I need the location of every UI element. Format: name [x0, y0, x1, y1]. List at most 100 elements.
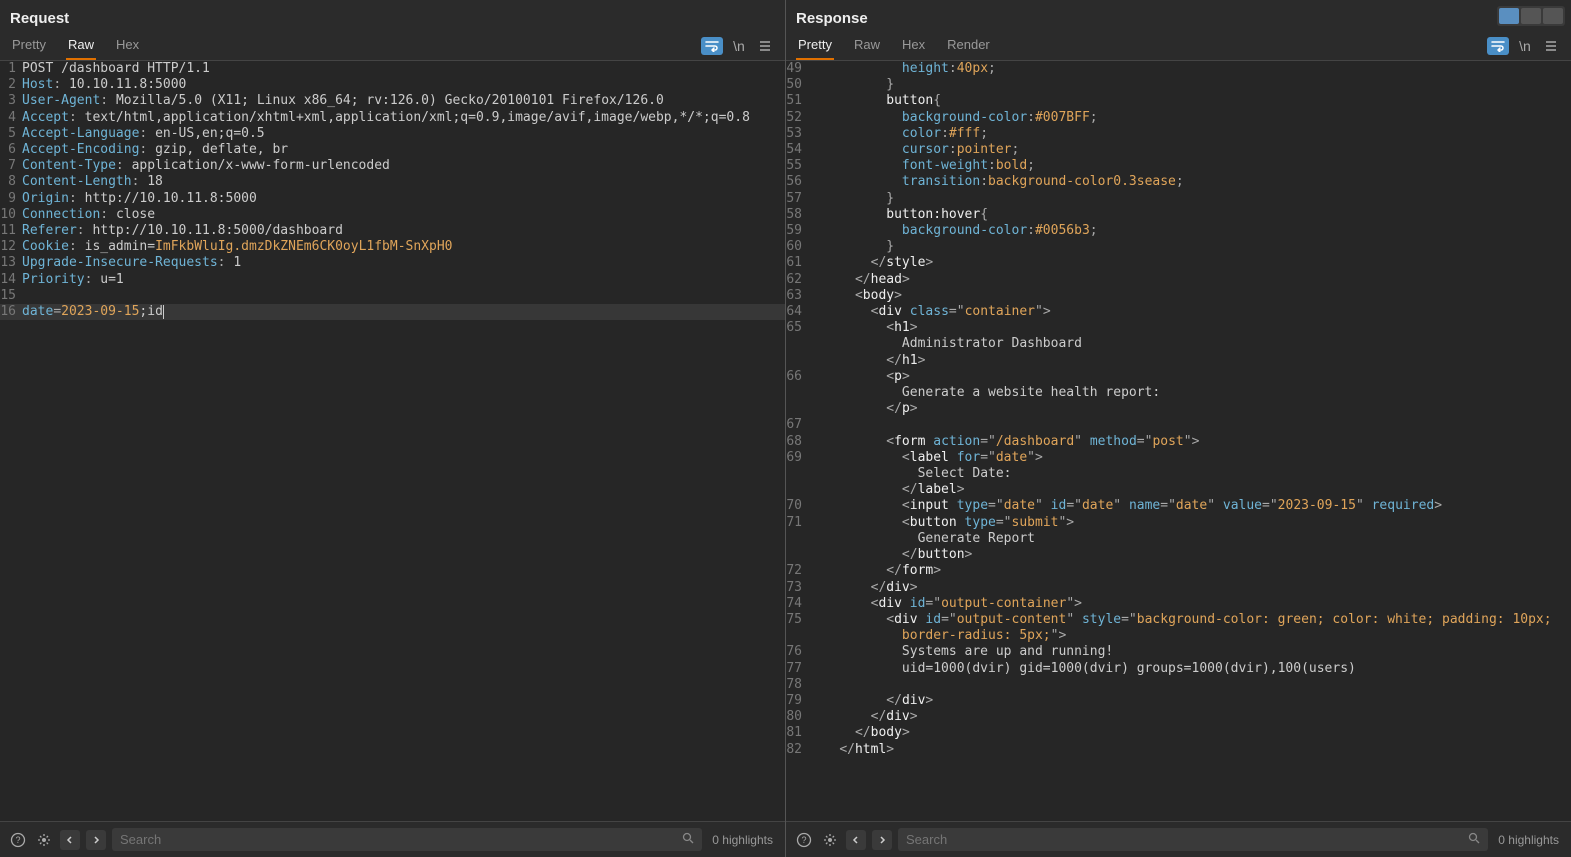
line-content[interactable]: </div> [806, 693, 933, 709]
search-icon[interactable] [1468, 832, 1480, 847]
code-line[interactable]: 61 </style> [786, 255, 1571, 271]
tab-render[interactable]: Render [945, 31, 992, 60]
prev-icon[interactable] [846, 830, 866, 850]
line-content[interactable]: <label for="date"> Select Date: </label> [806, 450, 1043, 499]
gear-icon[interactable] [820, 830, 840, 850]
code-line[interactable]: 68 <form action="/dashboard" method="pos… [786, 434, 1571, 450]
line-content[interactable]: Cookie: is_admin=ImFkbWluIg.dmzDkZNEm6CK… [20, 239, 453, 255]
code-line[interactable]: 60 } [786, 239, 1571, 255]
search-input[interactable] [120, 832, 682, 847]
line-content[interactable] [20, 288, 30, 304]
tab-raw[interactable]: Raw [66, 31, 96, 60]
code-line[interactable]: 76 Systems are up and running! [786, 644, 1571, 660]
code-line[interactable]: 9Origin: http://10.10.11.8:5000 [0, 191, 785, 207]
response-search[interactable] [898, 828, 1488, 851]
tab-pretty[interactable]: Pretty [10, 31, 48, 60]
next-icon[interactable] [86, 830, 106, 850]
line-content[interactable]: </body> [806, 725, 910, 741]
code-line[interactable]: 14Priority: u=1 [0, 272, 785, 288]
line-content[interactable]: Upgrade-Insecure-Requests: 1 [20, 255, 241, 271]
search-input[interactable] [906, 832, 1468, 847]
line-content[interactable] [806, 677, 816, 693]
tab-hex[interactable]: Hex [900, 31, 927, 60]
next-icon[interactable] [872, 830, 892, 850]
line-content[interactable]: </div> [806, 580, 918, 596]
tab-hex[interactable]: Hex [114, 31, 141, 60]
line-content[interactable]: Accept-Encoding: gzip, deflate, br [20, 142, 288, 158]
line-content[interactable]: } [806, 191, 894, 207]
code-line[interactable]: 2Host: 10.10.11.8:5000 [0, 77, 785, 93]
line-content[interactable]: cursor:pointer; [806, 142, 1019, 158]
line-content[interactable]: Host: 10.10.11.8:5000 [20, 77, 186, 93]
line-content[interactable]: </head> [806, 272, 910, 288]
line-content[interactable]: Priority: u=1 [20, 272, 124, 288]
code-line[interactable]: 16date=2023-09-15;id [0, 304, 785, 320]
code-line[interactable]: 1POST /dashboard HTTP/1.1 [0, 61, 785, 77]
layout-columns-icon[interactable] [1499, 8, 1519, 24]
code-line[interactable]: 12Cookie: is_admin=ImFkbWluIg.dmzDkZNEm6… [0, 239, 785, 255]
layout-rows-icon[interactable] [1521, 8, 1541, 24]
code-line[interactable]: 72 </form> [786, 563, 1571, 579]
newline-icon[interactable]: \n [729, 36, 749, 56]
code-line[interactable]: 4Accept: text/html,application/xhtml+xml… [0, 110, 785, 126]
line-content[interactable]: Content-Length: 18 [20, 174, 163, 190]
line-content[interactable]: </form> [806, 563, 941, 579]
search-icon[interactable] [682, 832, 694, 847]
menu-icon[interactable] [755, 36, 775, 56]
line-content[interactable]: <button type="submit"> Generate Report <… [806, 515, 1074, 564]
code-line[interactable]: 67 [786, 417, 1571, 433]
code-line[interactable]: 6Accept-Encoding: gzip, deflate, br [0, 142, 785, 158]
code-line[interactable]: 11Referer: http://10.10.11.8:5000/dashbo… [0, 223, 785, 239]
gear-icon[interactable] [34, 830, 54, 850]
prev-icon[interactable] [60, 830, 80, 850]
line-content[interactable]: background-color:#0056b3; [806, 223, 1098, 239]
line-content[interactable]: <div id="output-content" style="backgrou… [806, 612, 1559, 644]
wrap-icon[interactable] [701, 37, 723, 55]
line-content[interactable]: POST /dashboard HTTP/1.1 [20, 61, 210, 77]
code-line[interactable]: 53 color:#fff; [786, 126, 1571, 142]
code-line[interactable]: 13Upgrade-Insecure-Requests: 1 [0, 255, 785, 271]
line-content[interactable]: <h1> Administrator Dashboard </h1> [806, 320, 1082, 369]
code-line[interactable]: 80 </div> [786, 709, 1571, 725]
code-line[interactable]: 64 <div class="container"> [786, 304, 1571, 320]
code-line[interactable]: 56 transition:background-color0.3sease; [786, 174, 1571, 190]
line-content[interactable]: <p> Generate a website health report: </… [806, 369, 1160, 418]
newline-icon[interactable]: \n [1515, 36, 1535, 56]
line-content[interactable]: <body> [806, 288, 902, 304]
code-line[interactable]: 71 <button type="submit"> Generate Repor… [786, 515, 1571, 564]
line-content[interactable]: Origin: http://10.10.11.8:5000 [20, 191, 257, 207]
help-icon[interactable]: ? [8, 830, 28, 850]
line-content[interactable]: } [806, 77, 894, 93]
line-content[interactable]: <div class="container"> [806, 304, 1051, 320]
line-content[interactable]: height:40px; [806, 61, 996, 77]
line-content[interactable]: Accept: text/html,application/xhtml+xml,… [20, 110, 750, 126]
code-line[interactable]: 66 <p> Generate a website health report:… [786, 369, 1571, 418]
line-content[interactable]: Accept-Language: en-US,en;q=0.5 [20, 126, 265, 142]
tab-pretty[interactable]: Pretty [796, 31, 834, 60]
code-line[interactable]: 59 background-color:#0056b3; [786, 223, 1571, 239]
code-line[interactable]: 5Accept-Language: en-US,en;q=0.5 [0, 126, 785, 142]
code-line[interactable]: 49 height:40px; [786, 61, 1571, 77]
tab-raw[interactable]: Raw [852, 31, 882, 60]
code-line[interactable]: 51 button{ [786, 93, 1571, 109]
code-line[interactable]: 70 <input type="date" id="date" name="da… [786, 498, 1571, 514]
line-content[interactable]: color:#fff; [806, 126, 988, 142]
line-content[interactable]: Referer: http://10.10.11.8:5000/dashboar… [20, 223, 343, 239]
line-content[interactable]: <div id="output-container"> [806, 596, 1082, 612]
code-line[interactable]: 62 </head> [786, 272, 1571, 288]
line-content[interactable]: <input type="date" id="date" name="date"… [806, 498, 1442, 514]
line-content[interactable]: uid=1000(dvir) gid=1000(dvir) groups=100… [806, 661, 1356, 677]
code-line[interactable]: 3User-Agent: Mozilla/5.0 (X11; Linux x86… [0, 93, 785, 109]
line-content[interactable]: date=2023-09-15;id [20, 304, 164, 320]
request-search[interactable] [112, 828, 702, 851]
request-code[interactable]: 1POST /dashboard HTTP/1.12Host: 10.10.11… [0, 61, 785, 821]
line-content[interactable]: Systems are up and running! [806, 644, 1113, 660]
code-line[interactable]: 10Connection: close [0, 207, 785, 223]
code-line[interactable]: 69 <label for="date"> Select Date: </lab… [786, 450, 1571, 499]
line-content[interactable]: } [806, 239, 894, 255]
line-content[interactable]: User-Agent: Mozilla/5.0 (X11; Linux x86_… [20, 93, 664, 109]
code-line[interactable]: 58 button:hover{ [786, 207, 1571, 223]
code-line[interactable]: 65 <h1> Administrator Dashboard </h1> [786, 320, 1571, 369]
line-content[interactable]: </html> [806, 742, 894, 758]
line-content[interactable]: background-color:#007BFF; [806, 110, 1098, 126]
